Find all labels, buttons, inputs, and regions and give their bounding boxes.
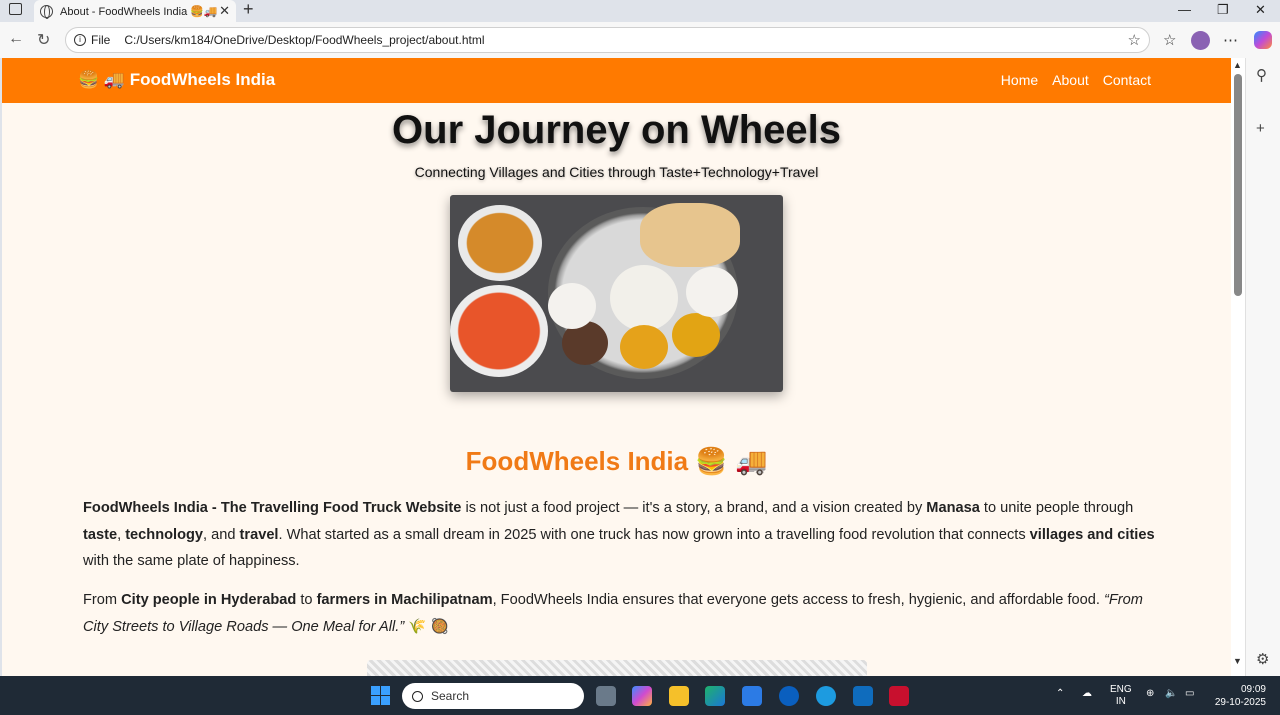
settings-gear-icon[interactable]: ⚙	[1256, 650, 1269, 668]
address-bar[interactable]: i File C:/Users/km184/OneDrive/Desktop/F…	[65, 27, 1150, 53]
text: From	[83, 592, 122, 608]
bold-text: taste	[83, 526, 118, 543]
close-tab-icon[interactable]: ✕	[219, 3, 230, 19]
new-tab-button[interactable]: +	[243, 0, 254, 20]
window-close-icon[interactable]: ✕	[1255, 2, 1266, 18]
search-sidebar-icon[interactable]: ⚲	[1256, 66, 1267, 84]
minimize-icon[interactable]: —	[1178, 2, 1191, 17]
favorites-icon[interactable]: ☆	[1163, 31, 1176, 49]
hp-icon[interactable]	[779, 686, 799, 706]
bold-text: technology	[125, 526, 204, 543]
back-icon[interactable]: ←	[8, 30, 24, 48]
battery-icon[interactable]: ▭	[1185, 688, 1194, 700]
edge-sidebar	[1245, 58, 1280, 676]
file-label: File	[91, 33, 111, 47]
globe-icon	[40, 4, 53, 19]
site-navbar: 🍔 🚚 FoodWheels India Home About Contact	[2, 58, 1231, 103]
clock-time: 09:09	[1240, 684, 1266, 695]
clock[interactable]: 09:09 29-10-2025	[1215, 683, 1266, 709]
clock-date: 29-10-2025	[1214, 697, 1266, 708]
tab-strip: About - FoodWheels India 🍔🚚 ✕ + — ❐ ✕	[0, 0, 1280, 22]
text: ,	[117, 526, 126, 543]
text: to unite people through	[979, 500, 1134, 516]
bold-text: Manasa	[926, 500, 980, 516]
nav-links: Home About Contact	[1001, 72, 1151, 88]
search-icon	[412, 690, 423, 702]
maximize-icon[interactable]: ❐	[1217, 2, 1229, 18]
text: , FoodWheels India ensures that everyone…	[492, 592, 1104, 608]
onedrive-icon[interactable]: ☁	[1082, 688, 1092, 700]
nav-link-about[interactable]: About	[1052, 72, 1089, 88]
outlook-icon[interactable]	[853, 686, 873, 706]
page-title: Our Journey on Wheels	[392, 108, 841, 152]
taskbar-search[interactable]: Search	[402, 683, 584, 709]
url-text[interactable]: C:/Users/km184/OneDrive/Desktop/FoodWhee…	[124, 33, 484, 47]
scroll-thumb[interactable]	[1234, 74, 1242, 296]
next-section-image-edge	[367, 660, 867, 676]
refresh-icon[interactable]: ↻	[37, 30, 50, 50]
store-icon[interactable]	[742, 686, 762, 706]
text: with the same plate of happiness.	[83, 553, 300, 569]
section-heading: FoodWheels India 🍔 🚚	[465, 446, 768, 476]
bold-text: villages and cities	[1029, 526, 1155, 543]
lang-bottom: IN	[1115, 696, 1126, 707]
nav-link-home[interactable]: Home	[1001, 72, 1038, 88]
help-icon[interactable]	[816, 686, 836, 706]
favorite-star-icon[interactable]: ☆	[1128, 31, 1141, 49]
page-scrollbar[interactable]: ▲ ▼	[1231, 58, 1245, 676]
web-page: 🍔 🚚 FoodWheels India Home About Contact …	[2, 58, 1231, 676]
bold-text: farmers in Machilipatnam	[316, 592, 493, 608]
thali-food-image	[450, 195, 783, 392]
text: to	[296, 592, 317, 608]
site-brand[interactable]: 🍔 🚚 FoodWheels India	[78, 70, 275, 90]
scroll-down-icon[interactable]: ▼	[1233, 656, 1242, 666]
search-placeholder: Search	[431, 689, 470, 703]
language-indicator[interactable]: ENG IN	[1110, 684, 1132, 708]
sidebar-toggle-icon[interactable]	[9, 3, 22, 15]
bold-text: travel	[239, 526, 279, 543]
copilot-app-icon[interactable]	[632, 686, 652, 706]
more-menu-icon[interactable]: ⋯	[1223, 31, 1238, 49]
start-button-icon[interactable]	[371, 686, 390, 705]
bold-text: City people in Hyderabad	[121, 592, 297, 608]
info-icon[interactable]: i	[74, 34, 86, 46]
about-paragraph-1: FoodWheels India - The Travelling Food T…	[83, 495, 1158, 575]
text: is not just a food project — it's a stor…	[461, 500, 927, 516]
show-hidden-icons[interactable]: ⌃	[1056, 688, 1064, 700]
browser-tab[interactable]: About - FoodWheels India 🍔🚚 ✕	[34, 0, 236, 22]
page-subtitle: Connecting Villages and Cities through T…	[414, 164, 819, 180]
text: 🌾 🥘	[404, 618, 449, 635]
scroll-up-icon[interactable]: ▲	[1233, 60, 1242, 70]
file-explorer-icon[interactable]	[669, 686, 689, 706]
lang-top: ENG	[1110, 684, 1132, 695]
windows-taskbar: Search ⌃ ☁ ENG IN ⊕ 🔈 ▭ 09:09 29-10-2025	[0, 676, 1280, 715]
volume-icon[interactable]: 🔈	[1165, 688, 1177, 700]
edge-browser-icon[interactable]	[705, 686, 725, 706]
text: , and	[203, 526, 240, 543]
text: . What started as a small dream in 2025 …	[278, 526, 1030, 543]
bold-text: FoodWheels India - The Travelling Food T…	[83, 500, 462, 516]
copilot-icon[interactable]	[1254, 31, 1272, 49]
task-view-icon[interactable]	[596, 686, 616, 706]
tab-title: About - FoodWheels India 🍔🚚	[60, 5, 218, 18]
about-paragraph-2: From City people in Hyderabad to farmers…	[83, 587, 1158, 640]
nav-link-contact[interactable]: Contact	[1103, 72, 1151, 88]
network-icon[interactable]: ⊕	[1146, 688, 1154, 700]
profile-avatar[interactable]	[1191, 31, 1210, 50]
mcafee-icon[interactable]	[889, 686, 909, 706]
add-sidebar-icon[interactable]: +	[1256, 120, 1265, 137]
